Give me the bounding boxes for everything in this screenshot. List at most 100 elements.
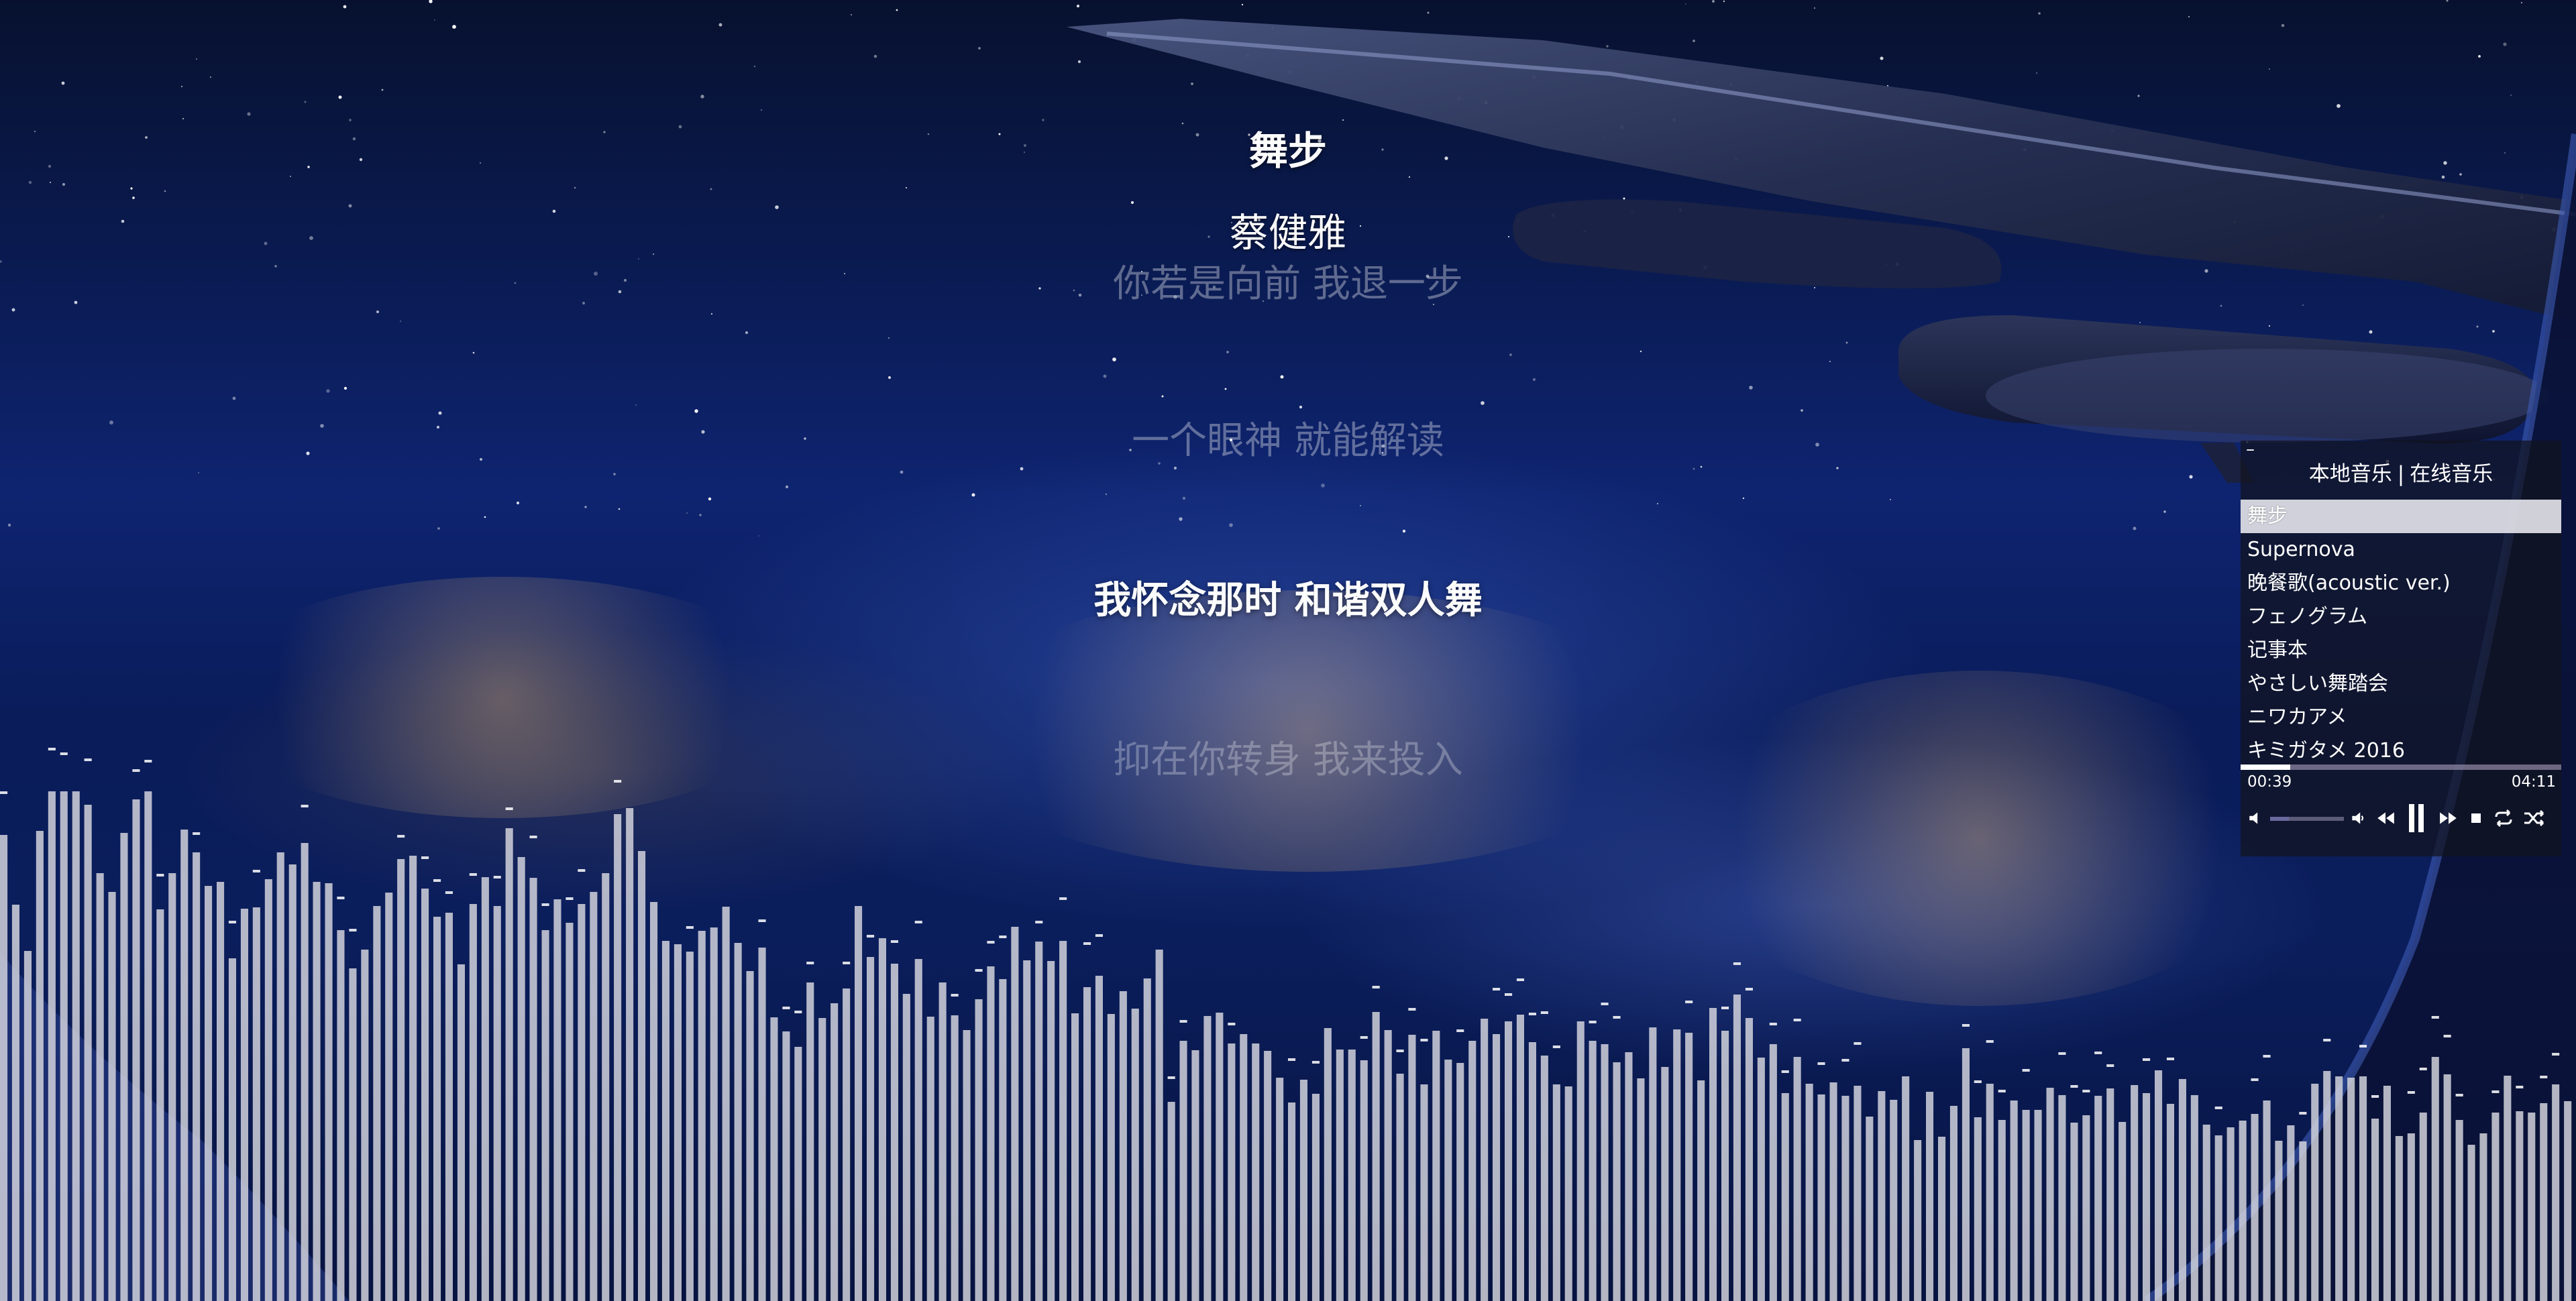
star (1672, 118, 1676, 122)
spectrum-bar (2528, 1113, 2536, 1301)
spectrum-bar (1949, 1106, 1957, 1301)
tab-online-music[interactable]: 在线音乐 (2410, 462, 2493, 486)
spectrum-bar (2190, 1095, 2198, 1301)
spectrum-bar (2455, 1120, 2463, 1301)
stop-icon[interactable] (2467, 803, 2485, 834)
star (1695, 80, 1699, 84)
spectrum-peak (2166, 1058, 2174, 1060)
star (1571, 205, 1572, 207)
star (2038, 12, 2041, 15)
star (264, 241, 268, 245)
shuffle-icon[interactable] (2521, 803, 2548, 834)
spectrum-bar (1564, 1086, 1572, 1301)
star (7, 523, 11, 527)
star (11, 308, 15, 312)
spectrum-bar (1625, 1052, 1633, 1301)
star (2471, 276, 2472, 277)
spectrum-peak (2143, 1058, 2151, 1061)
star (181, 86, 182, 87)
spectrum-bar (1962, 1048, 1970, 1301)
previous-icon[interactable] (2373, 803, 2398, 834)
spectrum-bar (1649, 1027, 1657, 1301)
spectrum-bar (963, 1030, 971, 1301)
playlist-item[interactable]: フェノグラム (2241, 600, 2561, 634)
volume-down-icon[interactable] (2348, 803, 2368, 834)
tab-local-music[interactable]: 本地音乐 (2309, 462, 2392, 486)
visualizer-stage: 舞步 蔡健雅 你若是向前 我退一步 一个眼神 就能解读 我怀念那时 和谐双人舞 … (0, 0, 2576, 1301)
playlist-item[interactable]: やさしい舞踏会 (2241, 667, 2561, 701)
star (48, 164, 52, 168)
spectrum-peak (1601, 1003, 1609, 1005)
star (484, 516, 486, 518)
star (2281, 23, 2285, 27)
star (2369, 330, 2373, 334)
spectrum-bar (385, 893, 393, 1301)
spectrum-peak (132, 769, 140, 772)
spectrum-bar (987, 966, 995, 1301)
playlist-item[interactable]: ニワカアメ (2241, 701, 2561, 734)
city-lights-glow (201, 577, 805, 818)
star (2459, 173, 2462, 176)
star (2492, 330, 2495, 333)
star (753, 65, 756, 68)
playlist-item[interactable]: キミガタメ 2016 (2241, 734, 2561, 768)
playlist-item[interactable]: 晚餐歌(acoustic ver.) (2241, 567, 2561, 600)
spectrum-peak (1228, 1023, 1236, 1025)
volume-icon[interactable] (2246, 803, 2266, 834)
star (2184, 401, 2188, 405)
spectrum-bar (1552, 1084, 1560, 1301)
spectrum-peak (2094, 1052, 2102, 1054)
star (472, 351, 475, 354)
city-lights-glow (1677, 671, 2281, 1006)
source-tabs: 本地音乐 | 在线音乐 (2241, 457, 2561, 487)
star (1703, 266, 1707, 270)
star (2478, 55, 2481, 58)
spectrum-bar (2359, 1076, 2367, 1301)
playlist-item[interactable]: Supernova (2241, 533, 2561, 567)
spectrum-bar (96, 873, 104, 1301)
star (2334, 429, 2335, 431)
spectrum-peak (1396, 1050, 1404, 1052)
next-icon[interactable] (2436, 803, 2461, 834)
spectrum-peak (1408, 1008, 1416, 1011)
volume-slider[interactable] (2270, 817, 2344, 821)
star (1640, 350, 1642, 353)
spectrum-peak (469, 873, 477, 876)
playlist-item[interactable]: 记事本 (2241, 634, 2561, 667)
spectrum-bar (2287, 1125, 2295, 1301)
star (2149, 399, 2153, 403)
progress-bar[interactable] (2241, 765, 2561, 770)
star (745, 331, 748, 334)
spectrum-bar (926, 1017, 934, 1301)
star (2476, 325, 2479, 328)
star (1161, 395, 1164, 398)
spectrum-peak (1167, 1076, 1175, 1079)
star (109, 420, 113, 425)
spectrum-peak (890, 940, 898, 943)
spectrum-peak (2323, 1039, 2331, 1041)
star (2503, 42, 2507, 46)
pause-icon[interactable] (2403, 803, 2430, 834)
spectrum-bar (193, 852, 201, 1301)
spectrum-bar (2214, 1135, 2222, 1301)
spectrum-peak (1540, 1011, 1548, 1014)
repeat-icon[interactable] (2490, 803, 2517, 834)
spectrum-bar (1203, 1016, 1212, 1301)
spectrum-bar (1047, 961, 1055, 1301)
playlist-item[interactable]: 舞步 (2241, 500, 2561, 533)
spectrum-bar (276, 852, 284, 1301)
star (978, 47, 981, 50)
spectrum-peak (1516, 978, 1524, 981)
spectrum-bar (1709, 1008, 1717, 1301)
star (678, 125, 682, 129)
star (434, 19, 435, 21)
star (710, 313, 713, 315)
spectrum-bar (1805, 1084, 1813, 1301)
star (1402, 529, 1406, 533)
spectrum-bar (590, 892, 598, 1301)
spectrum-bar (1035, 942, 1043, 1301)
spectrum-peak (975, 969, 983, 972)
spectrum-peak (1781, 1070, 1789, 1073)
spectrum-peak (1288, 1058, 1296, 1061)
star (2127, 398, 2129, 400)
